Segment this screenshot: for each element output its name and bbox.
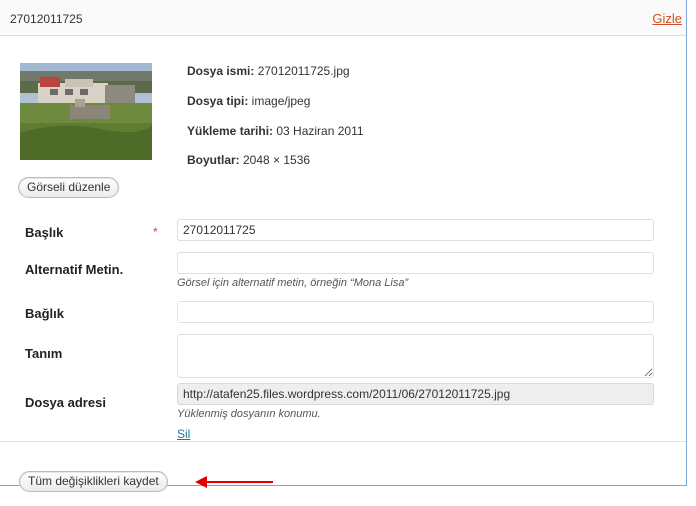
hide-link[interactable]: Gizle	[652, 11, 682, 26]
alt-text-input[interactable]	[177, 252, 654, 274]
media-item-title: 27012011725	[10, 12, 83, 26]
save-all-changes-button[interactable]: Tüm değişiklikleri kaydet	[19, 471, 168, 492]
file-url-input[interactable]	[177, 383, 654, 405]
upload-date-value: 03 Haziran 2011	[273, 124, 364, 138]
upload-date-label: Yükleme tarihi:	[187, 124, 274, 138]
description-textarea[interactable]	[177, 334, 654, 378]
media-item-panel: 27012011725 Gizle Dosya ismi: 2701201172…	[0, 0, 687, 492]
dimensions-label: Boyutlar:	[187, 153, 240, 167]
dimensions-info: Boyutlar: 2048 × 1536	[187, 153, 310, 167]
description-label: Tanım	[25, 346, 63, 361]
upload-date-info: Yükleme tarihi: 03 Haziran 2011	[187, 124, 364, 138]
image-thumbnail[interactable]	[20, 63, 152, 160]
file-name-info: Dosya ismi: 27012011725.jpg	[187, 64, 350, 78]
title-label: Başlık	[25, 225, 64, 240]
caption-input[interactable]	[177, 301, 654, 323]
alt-text-label: Alternatif Metin.	[25, 262, 124, 277]
file-type-label: Dosya tipi:	[187, 94, 249, 108]
file-name-label: Dosya ismi:	[187, 64, 255, 78]
dimensions-value: 2048 × 1536	[239, 153, 311, 167]
media-item-header: 27012011725 Gizle	[0, 0, 686, 36]
required-mark: *	[153, 225, 158, 239]
file-type-info: Dosya tipi: image/jpeg	[187, 94, 310, 108]
divider	[0, 441, 686, 442]
delete-link[interactable]: Sil	[177, 427, 190, 441]
alt-text-help: Görsel için alternatif metin, örneğin “M…	[177, 277, 409, 289]
file-url-help: Yüklenmiş dosyanın konumu.	[177, 408, 321, 420]
file-type-value: image/jpeg	[248, 94, 311, 108]
title-input[interactable]	[177, 219, 654, 241]
file-url-label: Dosya adresi	[25, 395, 106, 410]
caption-label: Bağlık	[25, 306, 65, 321]
red-arrow-icon	[195, 476, 273, 488]
edit-image-button[interactable]: Görseli düzenle	[18, 177, 120, 198]
file-name-value: 27012011725.jpg	[254, 64, 350, 78]
